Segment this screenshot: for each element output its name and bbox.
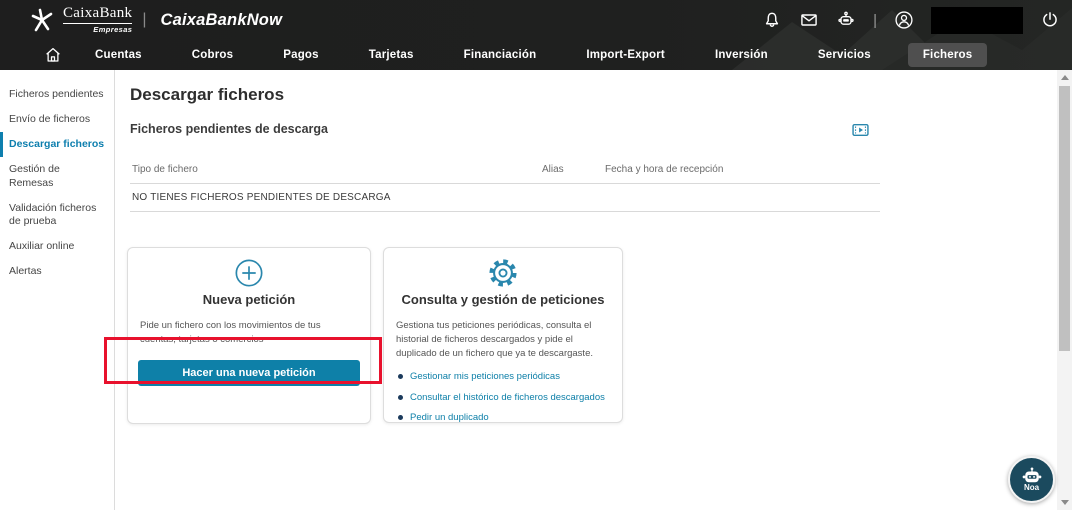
nav-item-import-export[interactable]: Import-Export xyxy=(573,43,678,67)
sidebar-item-auxiliar-online[interactable]: Auxiliar online xyxy=(0,234,114,259)
redacted-username xyxy=(931,7,1023,34)
header-actions: | xyxy=(762,0,1060,40)
notifications-button[interactable] xyxy=(762,10,782,30)
video-icon xyxy=(852,123,869,137)
video-tutorial-button[interactable] xyxy=(852,123,869,137)
nav-item-ficheros[interactable]: Ficheros xyxy=(908,43,988,67)
sidebar-item-alertas[interactable]: Alertas xyxy=(0,259,114,284)
robot-icon xyxy=(836,10,856,30)
logo-divider: | xyxy=(142,11,146,29)
top-header: CaixaBank Empresas | CaixaBankNow xyxy=(0,0,1072,70)
vertical-scrollbar[interactable] xyxy=(1057,70,1072,510)
sidebar-item-ficheros-pendientes[interactable]: Ficheros pendientes xyxy=(0,82,114,107)
bullet-dot xyxy=(398,415,403,420)
link-gestionar-peticiones[interactable]: Gestionar mis peticiones periódicas xyxy=(410,371,560,383)
card-title-consulta-gestion: Consulta y gestión de peticiones xyxy=(384,292,622,307)
nav-item-inversion[interactable]: Inversión xyxy=(702,43,781,67)
envelope-icon xyxy=(799,10,819,30)
card-title-nueva-peticion: Nueva petición xyxy=(128,292,370,307)
sidebar-item-envio-de-ficheros[interactable]: Envío de ficheros xyxy=(0,107,114,132)
gear-icon xyxy=(488,258,518,288)
icon-separator: | xyxy=(873,12,877,29)
assistant-button[interactable] xyxy=(836,10,856,30)
scrollbar-thumb[interactable] xyxy=(1059,86,1070,351)
empty-table-message: NO TIENES FICHEROS PENDIENTES DE DESCARG… xyxy=(130,192,391,203)
section-title: Ficheros pendientes de descarga xyxy=(130,122,328,136)
sidebar-item-gestion-de-remesas[interactable]: Gestión de Remesas xyxy=(0,157,114,195)
nav-item-tarjetas[interactable]: Tarjetas xyxy=(356,43,427,67)
scrollbar-up-arrow[interactable] xyxy=(1061,75,1069,80)
main-content: Descargar ficheros Ficheros pendientes d… xyxy=(115,70,1057,510)
card-description-nueva-peticion: Pide un fichero con los movimientos de t… xyxy=(128,319,370,347)
caixabanknow-page: CaixaBank Empresas | CaixaBankNow xyxy=(0,0,1072,510)
card-link-list: Gestionar mis peticiones periódicas Cons… xyxy=(384,371,622,424)
power-icon xyxy=(1040,10,1060,30)
table-header-row: Tipo de fichero Alias Fecha y hora de re… xyxy=(130,158,880,184)
nav-item-cuentas[interactable]: Cuentas xyxy=(82,43,155,67)
caixabank-star-icon xyxy=(30,8,54,32)
sidebar-item-validacion-ficheros[interactable]: Validación ficheros de prueba xyxy=(0,196,114,234)
column-header-tipo-de-fichero: Tipo de fichero xyxy=(132,164,198,175)
nav-item-servicios[interactable]: Servicios xyxy=(805,43,884,67)
link-pedir-duplicado[interactable]: Pedir un duplicado xyxy=(410,412,489,424)
list-item: Consultar el histórico de ficheros desca… xyxy=(396,392,610,404)
brand-logo[interactable]: CaixaBank Empresas xyxy=(30,6,132,34)
main-navigation: Cuentas Cobros Pagos Tarjetas Financiaci… xyxy=(0,40,987,70)
product-name: CaixaBankNow xyxy=(161,11,283,30)
home-button[interactable] xyxy=(44,46,68,64)
logout-button[interactable] xyxy=(1040,10,1060,30)
header-top-row: CaixaBank Empresas | CaixaBankNow xyxy=(0,0,1072,40)
list-item: Gestionar mis peticiones periódicas xyxy=(396,371,610,383)
bell-icon xyxy=(762,10,782,30)
nav-item-financiacion[interactable]: Financiación xyxy=(451,43,550,67)
card-consulta-gestion: Consulta y gestión de peticiones Gestion… xyxy=(383,247,623,423)
messages-button[interactable] xyxy=(799,10,819,30)
user-icon xyxy=(894,10,914,30)
noa-assistant-button[interactable]: Noa xyxy=(1008,456,1055,503)
brand-segment: Empresas xyxy=(93,26,132,34)
nav-item-cobros[interactable]: Cobros xyxy=(179,43,246,67)
bullet-dot xyxy=(398,395,403,400)
sidebar: Ficheros pendientes Envío de ficheros De… xyxy=(0,70,115,510)
table-empty-row: NO TIENES FICHEROS PENDIENTES DE DESCARG… xyxy=(130,184,880,212)
column-header-fecha: Fecha y hora de recepción xyxy=(605,164,723,175)
profile-button[interactable] xyxy=(894,10,914,30)
caixabank-wordmark: CaixaBank Empresas xyxy=(63,6,132,34)
page-title: Descargar ficheros xyxy=(130,85,284,105)
card-nueva-peticion: Nueva petición Pide un fichero con los m… xyxy=(127,247,371,424)
pending-files-table: Tipo de fichero Alias Fecha y hora de re… xyxy=(130,158,880,212)
list-item: Pedir un duplicado xyxy=(396,412,610,424)
plus-circle-icon xyxy=(234,258,264,288)
card-description-consulta-gestion: Gestiona tus peticiones periódicas, cons… xyxy=(384,319,622,360)
link-consultar-historico[interactable]: Consultar el histórico de ficheros desca… xyxy=(410,392,605,404)
bullet-dot xyxy=(398,374,403,379)
scrollbar-down-arrow[interactable] xyxy=(1061,500,1069,505)
column-header-alias: Alias xyxy=(542,164,564,175)
noa-label: Noa xyxy=(1024,483,1039,492)
home-icon xyxy=(44,46,62,64)
brand-name: CaixaBank xyxy=(63,6,132,24)
nav-item-pagos[interactable]: Pagos xyxy=(270,43,332,67)
sidebar-item-descargar-ficheros[interactable]: Descargar ficheros xyxy=(0,132,114,157)
hacer-nueva-peticion-button[interactable]: Hacer una nueva petición xyxy=(138,360,360,386)
